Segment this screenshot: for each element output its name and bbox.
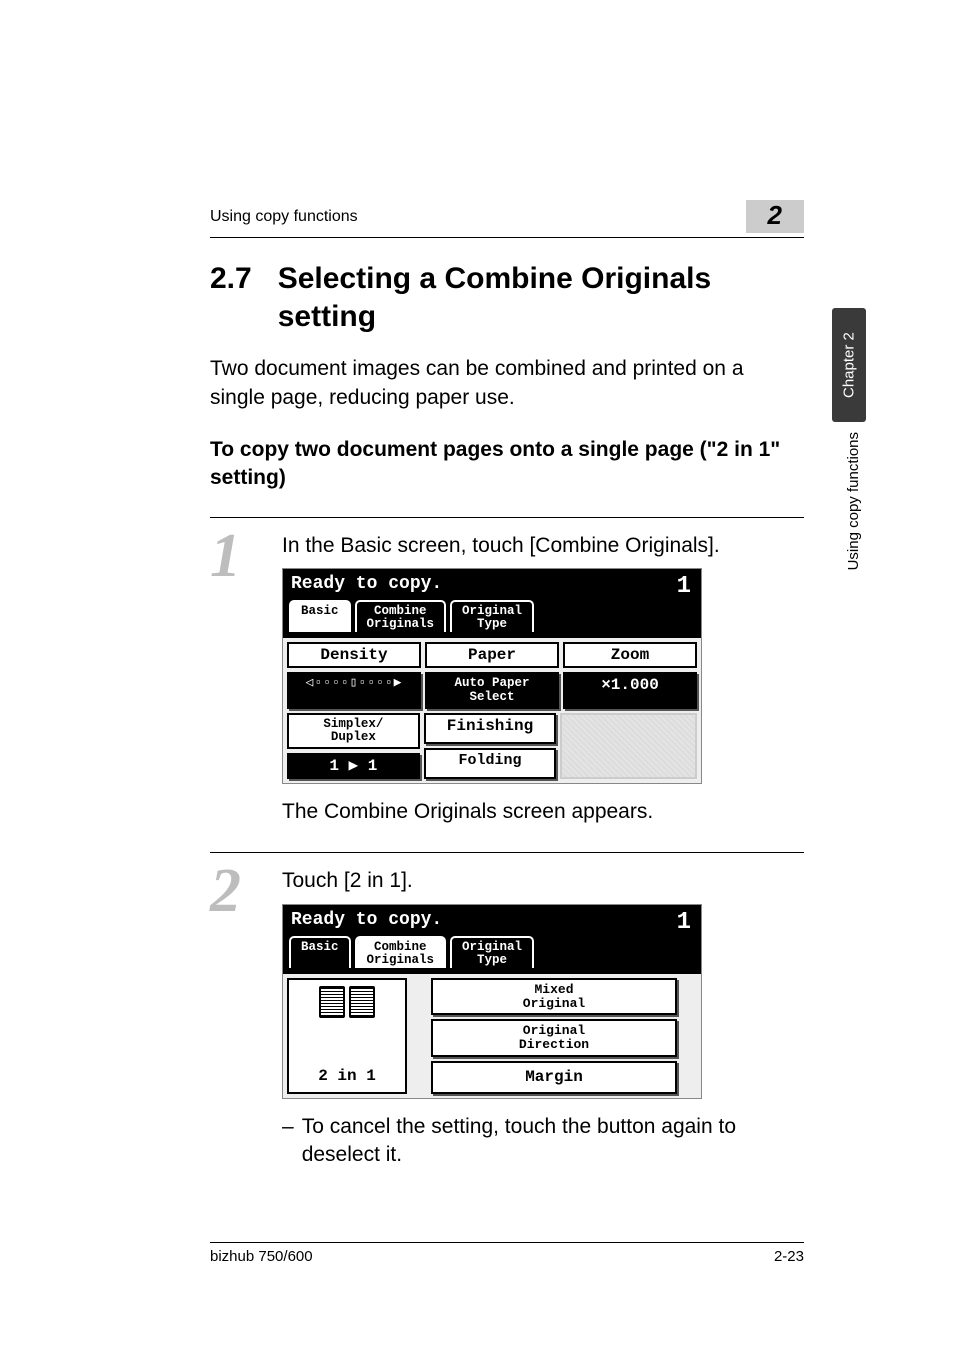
page-footer: bizhub 750/600 2-23 bbox=[210, 1242, 804, 1265]
paper-button[interactable]: Auto Paper Select bbox=[425, 672, 559, 708]
running-header-left: Using copy functions bbox=[210, 208, 358, 226]
two-in-one-label: 2 in 1 bbox=[318, 1066, 376, 1088]
simplex-line1: Simplex/ bbox=[323, 717, 383, 731]
zoom-button[interactable]: ×1.000 bbox=[563, 672, 697, 708]
step-rule bbox=[210, 852, 804, 853]
tab-label-line1: Original bbox=[462, 940, 522, 954]
dash-bullet: – bbox=[282, 1113, 294, 1170]
simplex-duplex-button[interactable]: 1 ▶ 1 bbox=[287, 753, 420, 779]
density-header: Density bbox=[287, 642, 421, 668]
tab-original-type[interactable]: Original Type bbox=[450, 600, 534, 632]
two-in-one-button[interactable]: 2 in 1 bbox=[287, 978, 407, 1093]
tab-basic[interactable]: Basic bbox=[289, 600, 351, 632]
two-in-one-icon bbox=[319, 986, 375, 1018]
simplex-duplex-header: Simplex/ Duplex bbox=[287, 713, 420, 749]
density-button[interactable]: ◁▫▫▫▫▯▫▫▫▫▶ bbox=[287, 672, 421, 708]
lcd-status-text: Ready to copy. bbox=[289, 571, 695, 600]
tab-combine-originals[interactable]: Combine Originals bbox=[355, 936, 447, 968]
section-number: 2.7 bbox=[210, 260, 252, 335]
lcd-combine-screen: Ready to copy. 1 Basic Combine Originals… bbox=[282, 904, 702, 1099]
footer-left: bizhub 750/600 bbox=[210, 1248, 313, 1265]
folding-button[interactable]: Folding bbox=[424, 748, 557, 779]
tab-basic[interactable]: Basic bbox=[289, 936, 351, 968]
tab-label-line2: Originals bbox=[367, 953, 435, 967]
chapter-number-badge: 2 bbox=[746, 200, 804, 233]
zoom-header: Zoom bbox=[563, 642, 697, 668]
paper-header: Paper bbox=[425, 642, 559, 668]
original-direction-button[interactable]: Original Direction bbox=[431, 1019, 677, 1056]
label-line2: Direction bbox=[519, 1037, 589, 1052]
tab-combine-originals[interactable]: Combine Originals bbox=[355, 600, 447, 632]
step-2-text: Touch [2 in 1]. bbox=[282, 867, 804, 895]
simplex-line2: Duplex bbox=[331, 730, 376, 744]
tab-label-line1: Combine bbox=[374, 604, 427, 618]
tab-original-type[interactable]: Original Type bbox=[450, 936, 534, 968]
step-rule bbox=[210, 517, 804, 518]
step-number: 2 bbox=[210, 867, 262, 917]
procedure-heading: To copy two document pages onto a single… bbox=[210, 436, 804, 493]
tab-label-line1: Combine bbox=[374, 940, 427, 954]
lcd-status-text: Ready to copy. bbox=[289, 907, 695, 936]
tab-label-line2: Type bbox=[477, 617, 507, 631]
paper-button-line2: Select bbox=[469, 690, 514, 704]
step-2: 2 Touch [2 in 1]. Ready to copy. 1 Basic… bbox=[210, 852, 804, 1169]
empty-cell bbox=[560, 713, 697, 779]
finishing-button[interactable]: Finishing bbox=[424, 713, 557, 744]
page-thumb-icon bbox=[349, 986, 375, 1018]
paper-button-line1: Auto Paper bbox=[454, 676, 529, 690]
side-tab-section: Using copy functions bbox=[845, 432, 862, 570]
step-2-note-text: To cancel the setting, touch the button … bbox=[302, 1113, 804, 1170]
section-title-text: Selecting a Combine Originals setting bbox=[278, 260, 804, 335]
intro-paragraph: Two document images can be combined and … bbox=[210, 355, 804, 412]
running-header: Using copy functions 2 bbox=[210, 200, 804, 238]
margin-button[interactable]: Margin bbox=[431, 1061, 677, 1094]
label-line2: Original bbox=[523, 996, 585, 1011]
step-2-note: – To cancel the setting, touch the butto… bbox=[282, 1113, 804, 1170]
page-thumb-icon bbox=[319, 986, 345, 1018]
tab-label-line1: Original bbox=[462, 604, 522, 618]
side-tab-chapter: Chapter 2 bbox=[832, 308, 866, 422]
section-title: 2.7 Selecting a Combine Originals settin… bbox=[210, 260, 804, 335]
tab-label-line2: Type bbox=[477, 953, 507, 967]
lcd-basic-screen: Ready to copy. 1 Basic Combine Originals… bbox=[282, 568, 702, 784]
step-1-text: In the Basic screen, touch [Combine Orig… bbox=[282, 532, 804, 560]
step-1: 1 In the Basic screen, touch [Combine Or… bbox=[210, 517, 804, 827]
footer-right: 2-23 bbox=[774, 1248, 804, 1265]
lcd-copy-count: 1 bbox=[677, 571, 691, 603]
lcd-copy-count: 1 bbox=[677, 907, 691, 939]
step-1-after-text: The Combine Originals screen appears. bbox=[282, 798, 804, 826]
tab-label-line2: Originals bbox=[367, 617, 435, 631]
mixed-original-button[interactable]: Mixed Original bbox=[431, 978, 677, 1015]
step-number: 1 bbox=[210, 532, 262, 582]
